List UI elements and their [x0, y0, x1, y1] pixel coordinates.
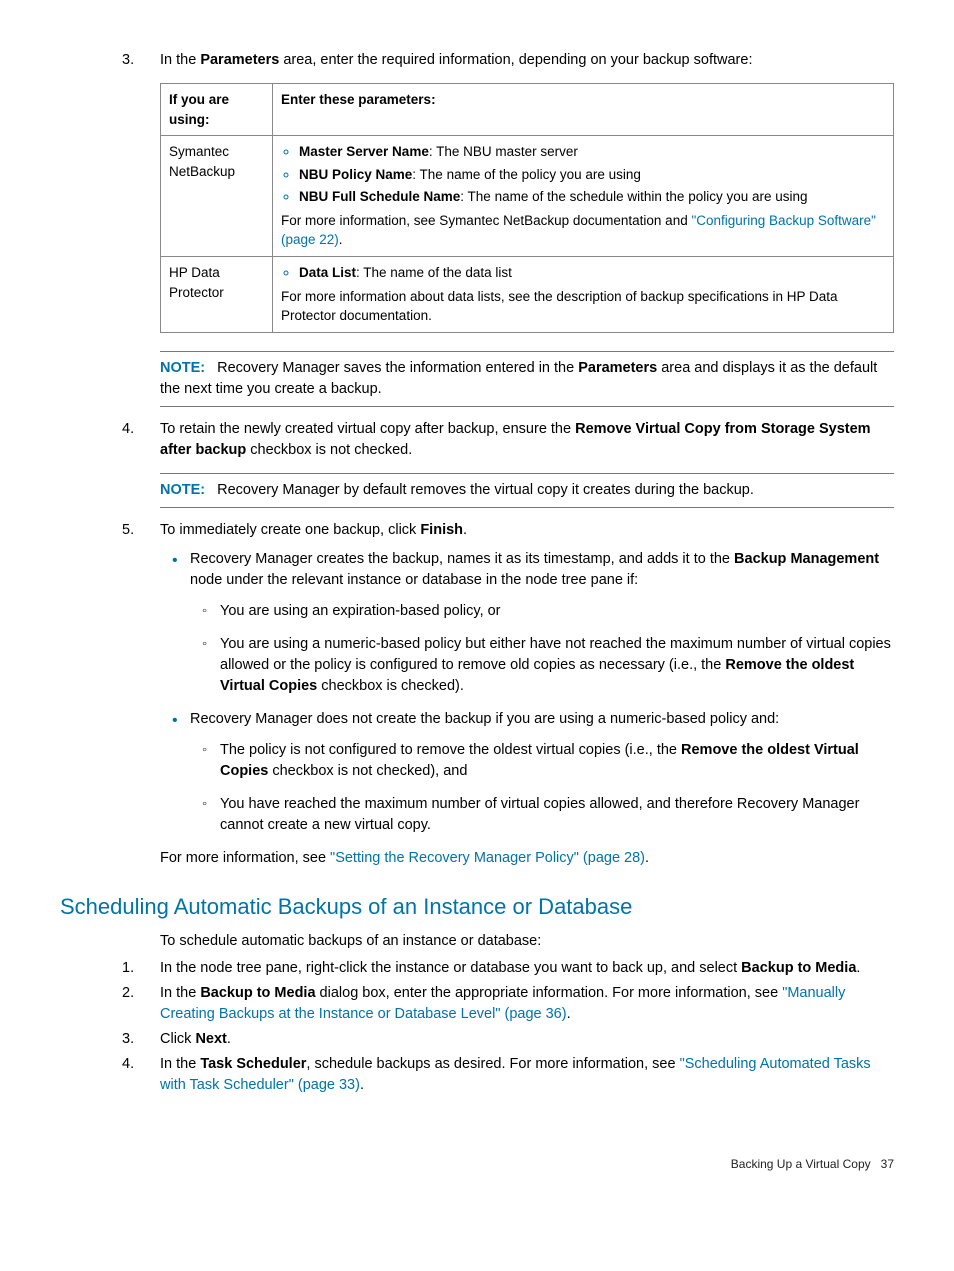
note-block: NOTE: Recovery Manager by default removes…: [160, 473, 894, 508]
list-item: Data List: The name of the data list: [299, 263, 885, 283]
note-text: Recovery Manager by default removes the …: [217, 482, 754, 498]
step-text: To retain the newly created virtual copy…: [160, 421, 871, 458]
cell-params: Data List: The name of the data list For…: [273, 256, 894, 332]
list-item: You have reached the maximum number of v…: [220, 794, 894, 836]
cell-note: For more information about data lists, s…: [281, 287, 885, 326]
intro-text: To schedule automatic backups of an inst…: [60, 931, 894, 952]
list-item: You are using an expiration-based policy…: [220, 601, 894, 622]
step-text: In the Backup to Media dialog box, enter…: [160, 985, 845, 1022]
step-3: 3. In the Parameters area, enter the req…: [160, 50, 894, 407]
step-1: 1. In the node tree pane, right-click th…: [160, 958, 894, 979]
step-4: 4. To retain the newly created virtual c…: [160, 419, 894, 508]
list-item: You are using a numeric-based policy but…: [220, 634, 894, 697]
note-text: Recovery Manager saves the information e…: [160, 360, 877, 397]
step-number: 4.: [122, 419, 134, 440]
list-item: NBU Full Schedule Name: The name of the …: [299, 187, 885, 207]
step-3: 3. Click Next.: [160, 1029, 894, 1050]
footer-page-number: 37: [881, 1157, 894, 1171]
step-text: In the Parameters area, enter the requir…: [160, 52, 752, 68]
schedule-procedure-list: 1. In the node tree pane, right-click th…: [60, 958, 894, 1096]
step-number: 1.: [122, 958, 134, 979]
cell-note: For more information, see Symantec NetBa…: [281, 211, 885, 250]
link-recovery-manager-policy[interactable]: "Setting the Recovery Manager Policy" (p…: [330, 850, 645, 866]
cell-params: Master Server Name: The NBU master serve…: [273, 136, 894, 257]
step-number: 4.: [122, 1054, 134, 1075]
table-row: Symantec NetBackup Master Server Name: T…: [161, 136, 894, 257]
step-text: To immediately create one backup, click …: [160, 522, 467, 538]
more-info: For more information, see "Setting the R…: [160, 848, 894, 869]
sub-bullet-list: The policy is not configured to remove t…: [190, 740, 894, 836]
parameters-table: If you are using: Enter these parameters…: [160, 83, 894, 333]
sub-bullet-list: You are using an expiration-based policy…: [190, 601, 894, 697]
step-number: 3.: [122, 50, 134, 71]
note-label: NOTE:: [160, 482, 205, 498]
list-item: The policy is not configured to remove t…: [220, 740, 894, 782]
list-item: NBU Policy Name: The name of the policy …: [299, 165, 885, 185]
step-text: In the Task Scheduler, schedule backups …: [160, 1056, 871, 1093]
step-number: 3.: [122, 1029, 134, 1050]
step-text: Click Next.: [160, 1031, 231, 1047]
table-header-params: Enter these parameters:: [273, 84, 894, 136]
step-4: 4. In the Task Scheduler, schedule backu…: [160, 1054, 894, 1096]
section-heading: Scheduling Automatic Backups of an Insta…: [60, 891, 894, 923]
table-header-using: If you are using:: [161, 84, 273, 136]
list-item: Recovery Manager creates the backup, nam…: [190, 549, 894, 697]
procedure-list: 3. In the Parameters area, enter the req…: [60, 50, 894, 869]
bullet-list: Recovery Manager creates the backup, nam…: [160, 549, 894, 836]
page-footer: Backing Up a Virtual Copy 37: [60, 1156, 894, 1173]
step-2: 2. In the Backup to Media dialog box, en…: [160, 983, 894, 1025]
step-text: In the node tree pane, right-click the i…: [160, 960, 860, 976]
note-label: NOTE:: [160, 360, 205, 376]
list-item: Recovery Manager does not create the bac…: [190, 709, 894, 836]
note-block: NOTE:Recovery Manager saves the informat…: [160, 351, 894, 407]
table-row: HP Data Protector Data List: The name of…: [161, 256, 894, 332]
cell-product: HP Data Protector: [161, 256, 273, 332]
step-number: 2.: [122, 983, 134, 1004]
footer-section: Backing Up a Virtual Copy: [731, 1157, 871, 1171]
cell-product: Symantec NetBackup: [161, 136, 273, 257]
step-number: 5.: [122, 520, 134, 541]
step-5: 5. To immediately create one backup, cli…: [160, 520, 894, 869]
list-item: Master Server Name: The NBU master serve…: [299, 142, 885, 162]
